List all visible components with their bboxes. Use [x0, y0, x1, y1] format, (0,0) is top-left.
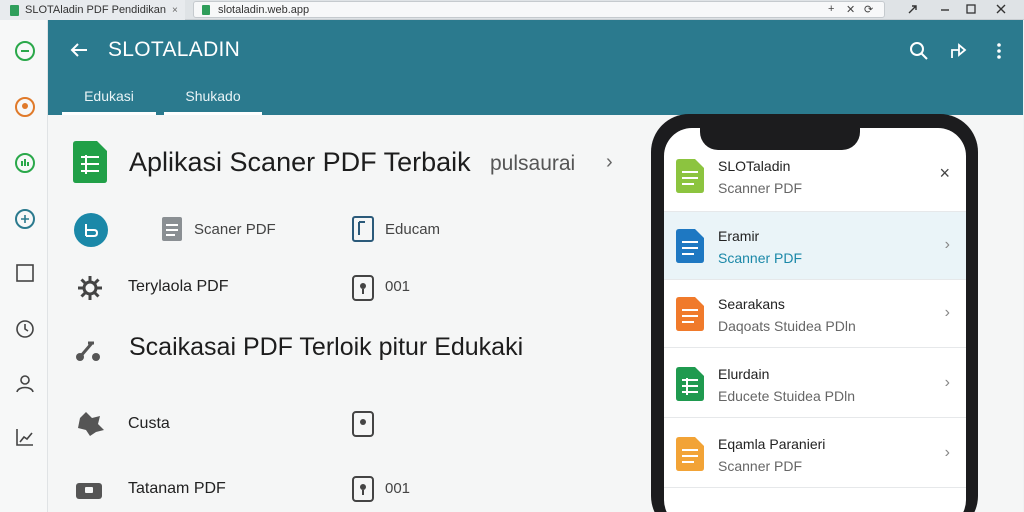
- row2-label: Terylaola PDF: [128, 278, 229, 295]
- item-subtitle: Daqoats Stuidea PDln: [718, 318, 856, 334]
- chevron-right-icon[interactable]: ›: [945, 444, 950, 462]
- zoom-icon[interactable]: +: [828, 3, 834, 15]
- item-title: Eqamla Paranieri: [718, 436, 826, 452]
- row3-label: Custa: [128, 415, 170, 432]
- search-icon[interactable]: [908, 40, 930, 62]
- scanner-doc-icon: [162, 217, 182, 241]
- item-title: Searakans: [718, 296, 785, 312]
- phone-list-item[interactable]: Searakans Daqoats Stuidea PDln ›: [664, 280, 966, 348]
- tab-shukado[interactable]: Shukado: [164, 77, 262, 115]
- phone-list-item[interactable]: Elurdain Educete Stuidea PDln ›: [664, 350, 966, 418]
- tab-favicon-icon: [10, 4, 19, 16]
- phone-list-item[interactable]: Eqamla Paranieri Scanner PDF ›: [664, 420, 966, 488]
- rail-user-icon[interactable]: [14, 372, 36, 394]
- hero-title: Aplikasi Scaner PDF Terbaik: [129, 147, 471, 177]
- hero-subtitle: pulsaurai: [490, 152, 576, 175]
- secondary-heading: Scaikasai PDF Terloik pitur Edukaki: [129, 333, 524, 361]
- chevron-right-icon[interactable]: ›: [606, 151, 613, 174]
- url-text: slotaladin.web.app: [218, 3, 310, 16]
- chevron-right-icon[interactable]: ›: [945, 304, 950, 322]
- tab-title: SLOTAladin PDF Pendidikan: [25, 4, 167, 16]
- doc-icon: [676, 229, 704, 263]
- item-title: SLOTaladin: [718, 158, 791, 174]
- rail-settings-icon[interactable]: [14, 208, 36, 230]
- chevron-right-icon[interactable]: ›: [945, 236, 950, 254]
- tools-icon: [76, 341, 100, 361]
- rail-profile-icon[interactable]: [14, 96, 36, 118]
- item-subtitle: Scanner PDF: [718, 180, 803, 196]
- puzzle-icon: [78, 412, 104, 436]
- address-bar[interactable]: slotaladin.web.app + ✕ ⟳: [193, 1, 885, 18]
- chevron-right-icon[interactable]: ›: [945, 374, 950, 392]
- phone-list-item[interactable]: SLOTaladin Scanner PDF: [664, 142, 966, 212]
- spreadsheet-doc-icon: [73, 141, 107, 183]
- reload-icon[interactable]: ⟳: [864, 3, 873, 16]
- badge-icon: [352, 411, 374, 437]
- doc-icon: [676, 297, 704, 331]
- row2-value: 001: [385, 278, 411, 295]
- phone-list-item[interactable]: Eramir Scanner PDF ›: [664, 212, 966, 280]
- rail-chart-icon[interactable]: [14, 426, 36, 448]
- row4-value: 001: [385, 480, 411, 497]
- scan-badge-icon[interactable]: [74, 213, 108, 247]
- document-icon: [352, 216, 374, 242]
- doc-icon: [676, 437, 704, 471]
- educam-label[interactable]: Educam: [385, 221, 440, 238]
- rail-home-icon[interactable]: [14, 40, 36, 62]
- left-rail: [0, 20, 48, 512]
- app-title: SLOTALADIN: [108, 38, 241, 61]
- share-icon[interactable]: [948, 40, 970, 62]
- gear-icon: [78, 276, 102, 300]
- row4-label: Tatanam PDF: [128, 480, 226, 497]
- more-vert-icon[interactable]: [988, 40, 1010, 62]
- screen-root: SLOTAladin PDF Pendidikan × slotaladin.w…: [0, 0, 1024, 512]
- scanner-pdf-label[interactable]: Scaner PDF: [194, 221, 276, 238]
- tab-edukasi[interactable]: Edukasi: [62, 77, 156, 115]
- close-icon[interactable]: ×: [939, 163, 950, 184]
- rail-docs-icon[interactable]: [14, 152, 36, 174]
- doc-icon: [676, 367, 704, 401]
- item-subtitle: Scanner PDF: [718, 458, 803, 474]
- app-header: SLOTALADIN Edukasi Shukado: [48, 20, 1023, 115]
- site-icon: [202, 4, 210, 15]
- badge-icon: [352, 275, 374, 301]
- stop-icon[interactable]: ✕: [846, 3, 855, 16]
- minimize-icon[interactable]: [938, 2, 952, 16]
- tab-label: Shukado: [185, 88, 241, 104]
- browser-chrome: SLOTAladin PDF Pendidikan × slotaladin.w…: [0, 0, 1024, 20]
- browser-tab[interactable]: SLOTAladin PDF Pendidikan ×: [0, 0, 185, 20]
- close-window-icon[interactable]: [994, 2, 1008, 16]
- item-subtitle: Educete Stuidea PDln: [718, 388, 855, 404]
- doc-icon: [676, 159, 704, 193]
- rail-clock-icon[interactable]: [14, 318, 36, 340]
- tab-bar: Edukasi Shukado: [48, 77, 448, 115]
- rail-frame-icon[interactable]: [14, 262, 36, 284]
- maximize-icon[interactable]: [964, 2, 978, 16]
- item-subtitle: Scanner PDF: [718, 250, 803, 266]
- folder-icon: [76, 483, 102, 499]
- phone-screen: SLOTaladin Scanner PDF × Eramir Scanner …: [664, 128, 966, 512]
- badge-icon: [352, 476, 374, 502]
- back-arrow-icon[interactable]: [68, 39, 90, 61]
- item-title: Elurdain: [718, 366, 770, 382]
- share-icon[interactable]: [906, 2, 920, 16]
- phone-notch: [700, 118, 860, 150]
- tab-label: Edukasi: [84, 88, 134, 104]
- item-title: Eramir: [718, 228, 760, 244]
- tab-close-icon[interactable]: ×: [172, 5, 178, 16]
